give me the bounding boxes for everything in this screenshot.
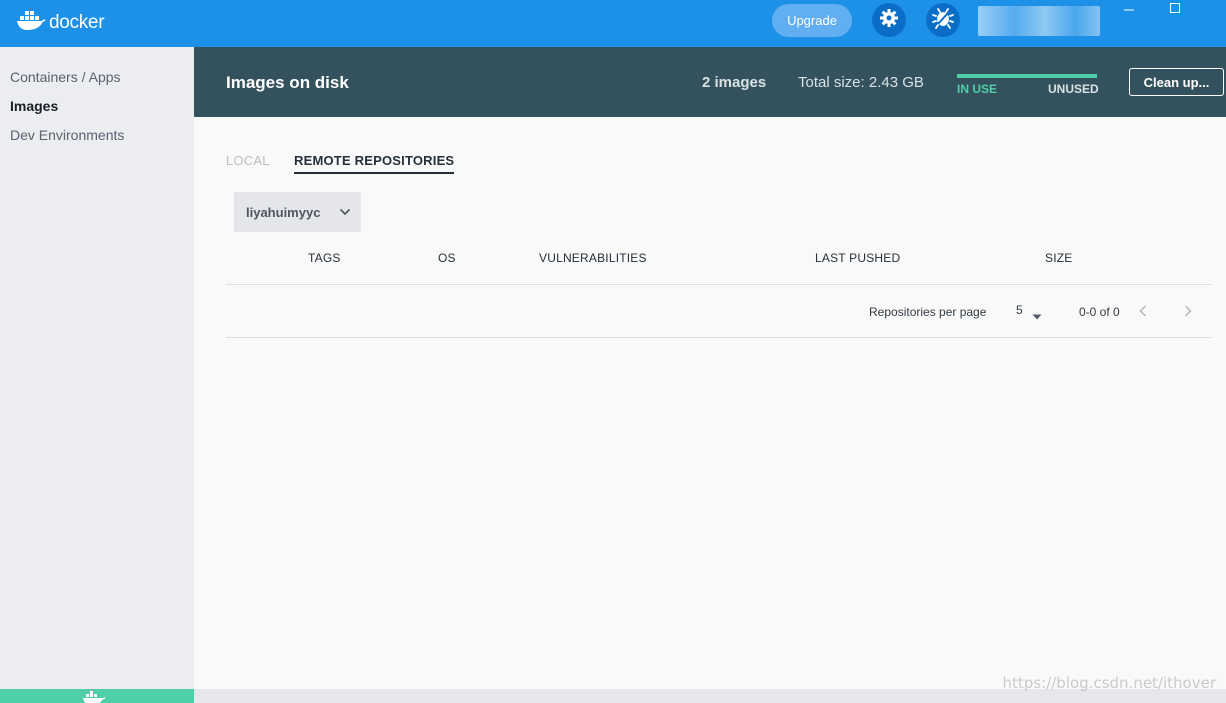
table-divider <box>226 284 1212 285</box>
image-count: 2 images <box>702 74 767 91</box>
sidebar-item-dev-environments[interactable]: Dev Environments <box>10 127 124 143</box>
in-use-label: IN USE <box>957 82 998 96</box>
account-menu[interactable] <box>978 6 1100 36</box>
total-size: Total size: 2.43 GB <box>798 74 924 91</box>
logo-text: docker <box>49 11 105 33</box>
main-content: LOCAL REMOTE REPOSITORIES liyahuimyyc TA… <box>194 117 1226 689</box>
sidebar-item-images[interactable]: Images <box>10 98 58 114</box>
column-header-size[interactable]: SIZE <box>1045 251 1072 265</box>
repository-owner-select[interactable]: liyahuimyyc <box>234 192 361 232</box>
whale-icon <box>16 9 46 36</box>
images-header: Images on disk 2 images Total size: 2.43… <box>194 47 1226 117</box>
pagination-range: 0-0 of 0 <box>1079 305 1120 319</box>
sidebar: Containers / Apps Images Dev Environment… <box>0 47 194 703</box>
tab-remote-repositories[interactable]: REMOTE REPOSITORIES <box>294 153 455 174</box>
column-header-vulnerabilities[interactable]: VULNERABILITIES <box>539 251 647 265</box>
next-page-button[interactable] <box>1181 303 1195 319</box>
column-header-os[interactable]: OS <box>438 251 456 265</box>
docker-logo: docker <box>16 9 105 36</box>
minimize-icon <box>1123 1 1135 19</box>
bug-icon <box>932 7 954 34</box>
gear-icon <box>879 8 899 33</box>
whale-status-icon <box>82 691 106 703</box>
repository-owner-value: liyahuimyyc <box>246 204 321 220</box>
chevron-left-icon <box>1139 305 1147 317</box>
page-title: Images on disk <box>226 73 349 92</box>
column-header-last-pushed[interactable]: LAST PUSHED <box>815 251 900 265</box>
caret-down-icon[interactable] <box>1032 307 1042 325</box>
settings-button[interactable] <box>872 3 906 37</box>
minimize-button[interactable] <box>1112 0 1146 20</box>
rows-per-page-select[interactable]: 5 <box>1016 303 1023 317</box>
upgrade-button[interactable]: Upgrade <box>772 4 852 37</box>
pagination-divider <box>226 337 1212 338</box>
troubleshoot-button[interactable] <box>926 3 960 37</box>
usage-bar <box>957 74 1097 78</box>
tab-local[interactable]: LOCAL <box>226 153 270 168</box>
maximize-icon <box>1169 1 1181 19</box>
maximize-button[interactable] <box>1158 0 1192 20</box>
previous-page-button[interactable] <box>1136 303 1150 319</box>
clean-up-button[interactable]: Clean up... <box>1129 68 1224 96</box>
watermark: https://blog.csdn.net/ithover <box>1002 674 1216 692</box>
chevron-right-icon <box>1184 305 1192 317</box>
column-header-tags[interactable]: TAGS <box>308 251 341 265</box>
chevron-down-icon <box>339 208 351 216</box>
top-bar: docker Upgrade <box>0 0 1226 47</box>
engine-status-bar[interactable] <box>0 689 194 703</box>
unused-label: UNUSED <box>1048 82 1099 96</box>
sidebar-item-containers[interactable]: Containers / Apps <box>10 69 121 85</box>
rows-per-page-label: Repositories per page <box>869 305 987 319</box>
